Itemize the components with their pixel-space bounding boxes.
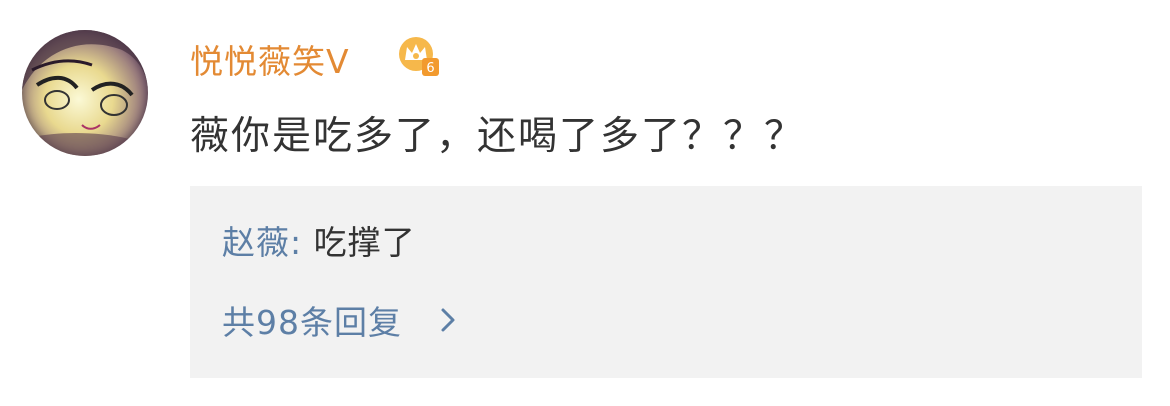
reply-author[interactable]: 赵薇 — [222, 223, 290, 262]
reply-separator: : — [290, 223, 303, 262]
comment-text: 薇你是吃多了，还喝了多了？？？ — [190, 114, 806, 159]
reply-count-label: 共98条回复 — [222, 303, 402, 342]
vip-level-label: 6 — [426, 61, 434, 76]
reply-content: 吃撑了 — [313, 223, 416, 262]
chevron-right-icon — [440, 307, 456, 333]
reply-box[interactable]: 赵薇: 吃撑了 共98条回复 — [190, 186, 1142, 378]
vip-crown-icon[interactable]: 6 — [396, 34, 442, 80]
view-replies-link[interactable]: 共98条回复 — [222, 296, 456, 344]
username[interactable]: 悦悦薇笑V — [190, 36, 350, 82]
avatar[interactable] — [22, 30, 148, 156]
anime-avatar-image — [22, 30, 148, 156]
reply-line: 赵薇: 吃撑了 — [222, 216, 416, 264]
